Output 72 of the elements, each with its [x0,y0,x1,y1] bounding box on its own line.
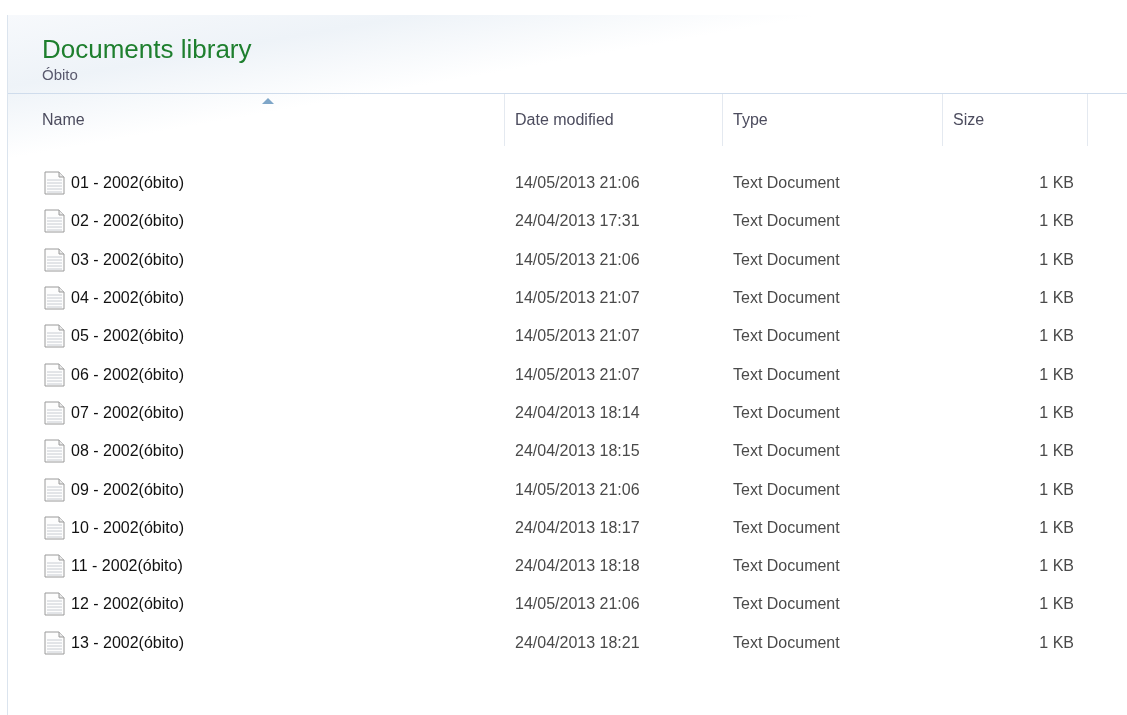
date-modified: 14/05/2013 21:06 [515,480,640,498]
file-size: 1 KB [1039,518,1074,536]
text-file-icon [44,324,65,349]
file-size: 1 KB [1039,250,1074,268]
text-file-icon [44,400,65,425]
file-name[interactable]: 08 - 2002(óbito) [71,442,184,461]
file-name[interactable]: 10 - 2002(óbito) [71,518,184,537]
text-file-icon [44,592,65,617]
file-type: Text Document [733,212,840,230]
file-name[interactable]: 03 - 2002(óbito) [71,250,184,269]
file-type: Text Document [733,289,840,307]
text-file-icon [44,247,65,272]
library-title: Documents library [42,33,253,65]
date-modified: 24/04/2013 18:21 [515,633,640,651]
file-name[interactable]: 01 - 2002(óbito) [71,174,184,193]
file-size: 1 KB [1039,595,1074,613]
file-type: Text Document [733,365,840,383]
column-header[interactable]: Type [723,94,943,146]
file-name[interactable]: 13 - 2002(óbito) [71,633,184,652]
date-modified: 24/04/2013 18:15 [515,442,640,460]
file-size: 1 KB [1039,365,1074,383]
file-size: 1 KB [1039,633,1074,651]
date-modified: 14/05/2013 21:07 [515,289,640,307]
file-size: 1 KB [1039,327,1074,345]
file-name[interactable]: 11 - 2002(óbito) [71,557,183,576]
text-file-icon [44,515,65,540]
file-name[interactable]: 12 - 2002(óbito) [71,595,184,614]
column-header[interactable]: Name [8,94,505,146]
date-modified: 14/05/2013 21:07 [515,327,640,345]
file-size: 1 KB [1039,480,1074,498]
text-file-icon [44,286,65,311]
file-name[interactable]: 02 - 2002(óbito) [71,212,184,231]
text-file-icon [44,630,65,655]
column-header[interactable]: Date modified [505,94,723,146]
file-size: 1 KB [1039,174,1074,192]
text-file-icon [44,439,65,464]
file-name[interactable]: 05 - 2002(óbito) [71,327,184,346]
text-file-icon [44,554,65,579]
file-type: Text Document [733,327,840,345]
file-size: 1 KB [1039,403,1074,421]
date-modified: 24/04/2013 18:18 [515,557,640,575]
date-modified: 14/05/2013 21:06 [515,174,640,192]
file-size: 1 KB [1039,557,1074,575]
file-type: Text Document [733,557,840,575]
date-modified: 24/04/2013 18:17 [515,518,640,536]
date-modified: 24/04/2013 18:14 [515,403,640,421]
file-size: 1 KB [1039,212,1074,230]
file-type: Text Document [733,250,840,268]
sort-arrow-icon [262,97,274,104]
file-type: Text Document [733,595,840,613]
folder-name: Óbito [42,65,79,85]
text-file-icon [44,477,65,502]
text-file-icon [44,362,65,387]
file-name[interactable]: 06 - 2002(óbito) [71,365,184,384]
file-type: Text Document [733,174,840,192]
date-modified: 14/05/2013 21:07 [515,365,640,383]
date-modified: 14/05/2013 21:06 [515,595,640,613]
date-modified: 14/05/2013 21:06 [515,250,640,268]
file-name[interactable]: 04 - 2002(óbito) [71,289,184,308]
date-modified: 24/04/2013 17:31 [515,212,640,230]
file-type: Text Document [733,518,840,536]
file-type: Text Document [733,442,840,460]
file-name[interactable]: 09 - 2002(óbito) [71,480,184,499]
file-type: Text Document [733,633,840,651]
text-file-icon [44,171,65,196]
file-size: 1 KB [1039,442,1074,460]
column-header[interactable]: Size [943,94,1088,146]
file-type: Text Document [733,403,840,421]
text-file-icon [44,209,65,234]
file-size: 1 KB [1039,289,1074,307]
file-type: Text Document [733,480,840,498]
file-name[interactable]: 07 - 2002(óbito) [71,403,184,422]
